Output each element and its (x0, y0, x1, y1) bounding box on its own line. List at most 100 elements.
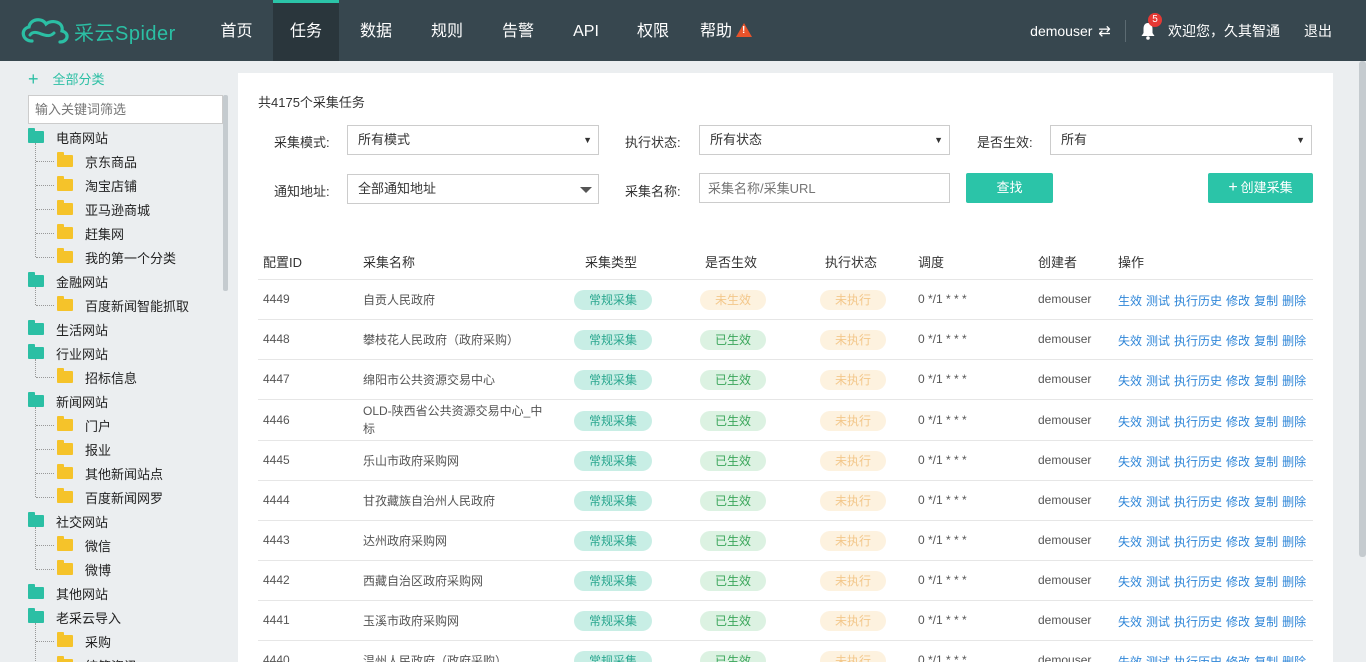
copy-link[interactable]: 复制 (1254, 655, 1278, 662)
toggle-effective-link[interactable]: 失效 (1118, 575, 1142, 589)
mode-select[interactable]: 所有模式 ▼ (347, 125, 599, 155)
history-link[interactable]: 执行历史 (1174, 334, 1222, 348)
copy-link[interactable]: 复制 (1254, 495, 1278, 509)
edit-link[interactable]: 修改 (1226, 495, 1250, 509)
subcategory-node[interactable]: 赶集网 (0, 221, 223, 245)
history-link[interactable]: 执行历史 (1174, 455, 1222, 469)
copy-link[interactable]: 复制 (1254, 374, 1278, 388)
category-node[interactable]: 社交网站 (0, 509, 223, 533)
copy-link[interactable]: 复制 (1254, 294, 1278, 308)
category-node[interactable]: 行业网站 (0, 341, 223, 365)
test-link[interactable]: 测试 (1146, 655, 1170, 662)
history-link[interactable]: 执行历史 (1174, 495, 1222, 509)
history-link[interactable]: 执行历史 (1174, 655, 1222, 662)
subcategory-node[interactable]: 亚马逊商城 (0, 197, 223, 221)
subcategory-node[interactable]: 招标信息 (0, 365, 223, 389)
copy-link[interactable]: 复制 (1254, 415, 1278, 429)
test-link[interactable]: 测试 (1146, 615, 1170, 629)
subcategory-node[interactable]: 报业 (0, 437, 223, 461)
copy-link[interactable]: 复制 (1254, 455, 1278, 469)
name-search-input[interactable] (699, 173, 950, 203)
delete-link[interactable]: 删除 (1282, 495, 1306, 509)
subcategory-node[interactable]: 京东商品 (0, 149, 223, 173)
edit-link[interactable]: 修改 (1226, 615, 1250, 629)
history-link[interactable]: 执行历史 (1174, 615, 1222, 629)
sidebar-scrollbar[interactable] (223, 95, 228, 291)
category-node[interactable]: 其他网站 (0, 581, 223, 605)
page-scrollbar[interactable] (1359, 61, 1366, 557)
toggle-effective-link[interactable]: 失效 (1118, 535, 1142, 549)
toggle-effective-link[interactable]: 失效 (1118, 615, 1142, 629)
nav-data[interactable]: 数据 (339, 0, 413, 61)
create-task-button[interactable]: + 创建采集 (1208, 173, 1313, 203)
category-filter-input[interactable] (28, 95, 223, 124)
history-link[interactable]: 执行历史 (1174, 294, 1222, 308)
toggle-effective-link[interactable]: 失效 (1118, 334, 1142, 348)
nav-rules[interactable]: 规则 (413, 0, 481, 61)
nav-home[interactable]: 首页 (200, 0, 273, 61)
edit-link[interactable]: 修改 (1226, 374, 1250, 388)
edit-link[interactable]: 修改 (1226, 334, 1250, 348)
test-link[interactable]: 测试 (1146, 415, 1170, 429)
subcategory-node[interactable]: 淘宝店铺 (0, 173, 223, 197)
all-categories[interactable]: + 全部分类 (28, 69, 105, 88)
test-link[interactable]: 测试 (1146, 495, 1170, 509)
copy-link[interactable]: 复制 (1254, 334, 1278, 348)
toggle-effective-link[interactable]: 失效 (1118, 415, 1142, 429)
nav-api[interactable]: API (555, 0, 617, 61)
logout-link[interactable]: 退出 (1304, 21, 1332, 41)
category-node[interactable]: 新闻网站 (0, 389, 223, 413)
notify-select[interactable]: 全部通知地址 (347, 174, 599, 204)
history-link[interactable]: 执行历史 (1174, 415, 1222, 429)
delete-link[interactable]: 删除 (1282, 374, 1306, 388)
delete-link[interactable]: 删除 (1282, 535, 1306, 549)
delete-link[interactable]: 删除 (1282, 334, 1306, 348)
effective-select[interactable]: 所有 ▼ (1050, 125, 1312, 155)
edit-link[interactable]: 修改 (1226, 535, 1250, 549)
test-link[interactable]: 测试 (1146, 575, 1170, 589)
bell-icon[interactable]: 5 (1140, 12, 1162, 40)
nav-permissions[interactable]: 权限 (617, 0, 689, 61)
copy-link[interactable]: 复制 (1254, 535, 1278, 549)
logo[interactable]: 采云Spider (18, 14, 176, 48)
subcategory-node[interactable]: 采购 (0, 629, 223, 653)
test-link[interactable]: 测试 (1146, 455, 1170, 469)
history-link[interactable]: 执行历史 (1174, 374, 1222, 388)
delete-link[interactable]: 删除 (1282, 575, 1306, 589)
delete-link[interactable]: 删除 (1282, 615, 1306, 629)
history-link[interactable]: 执行历史 (1174, 535, 1222, 549)
toggle-effective-link[interactable]: 生效 (1118, 294, 1142, 308)
search-button[interactable]: 查找 (966, 173, 1053, 203)
edit-link[interactable]: 修改 (1226, 415, 1250, 429)
nav-tasks[interactable]: 任务 (273, 0, 339, 61)
edit-link[interactable]: 修改 (1226, 575, 1250, 589)
subcategory-node[interactable]: 统筹资讯 (0, 653, 223, 662)
subcategory-node[interactable]: 微信 (0, 533, 223, 557)
subcategory-node[interactable]: 我的第一个分类 (0, 245, 223, 269)
edit-link[interactable]: 修改 (1226, 294, 1250, 308)
nav-alerts[interactable]: 告警 (481, 0, 555, 61)
subcategory-node[interactable]: 其他新闻站点 (0, 461, 223, 485)
category-node[interactable]: 老采云导入 (0, 605, 223, 629)
toggle-effective-link[interactable]: 失效 (1118, 374, 1142, 388)
test-link[interactable]: 测试 (1146, 334, 1170, 348)
toggle-effective-link[interactable]: 失效 (1118, 495, 1142, 509)
category-node[interactable]: 生活网站 (0, 317, 223, 341)
swap-icon[interactable]: ⇄ (1098, 22, 1111, 40)
test-link[interactable]: 测试 (1146, 374, 1170, 388)
edit-link[interactable]: 修改 (1226, 655, 1250, 662)
toggle-effective-link[interactable]: 失效 (1118, 655, 1142, 662)
subcategory-node[interactable]: 微博 (0, 557, 223, 581)
copy-link[interactable]: 复制 (1254, 615, 1278, 629)
nav-help[interactable]: 帮助! (689, 0, 763, 61)
toggle-effective-link[interactable]: 失效 (1118, 455, 1142, 469)
subcategory-node[interactable]: 百度新闻网罗 (0, 485, 223, 509)
test-link[interactable]: 测试 (1146, 535, 1170, 549)
history-link[interactable]: 执行历史 (1174, 575, 1222, 589)
subcategory-node[interactable]: 门户 (0, 413, 223, 437)
delete-link[interactable]: 删除 (1282, 655, 1306, 662)
category-node[interactable]: 金融网站 (0, 269, 223, 293)
delete-link[interactable]: 删除 (1282, 455, 1306, 469)
copy-link[interactable]: 复制 (1254, 575, 1278, 589)
category-node[interactable]: 电商网站 (0, 125, 223, 149)
